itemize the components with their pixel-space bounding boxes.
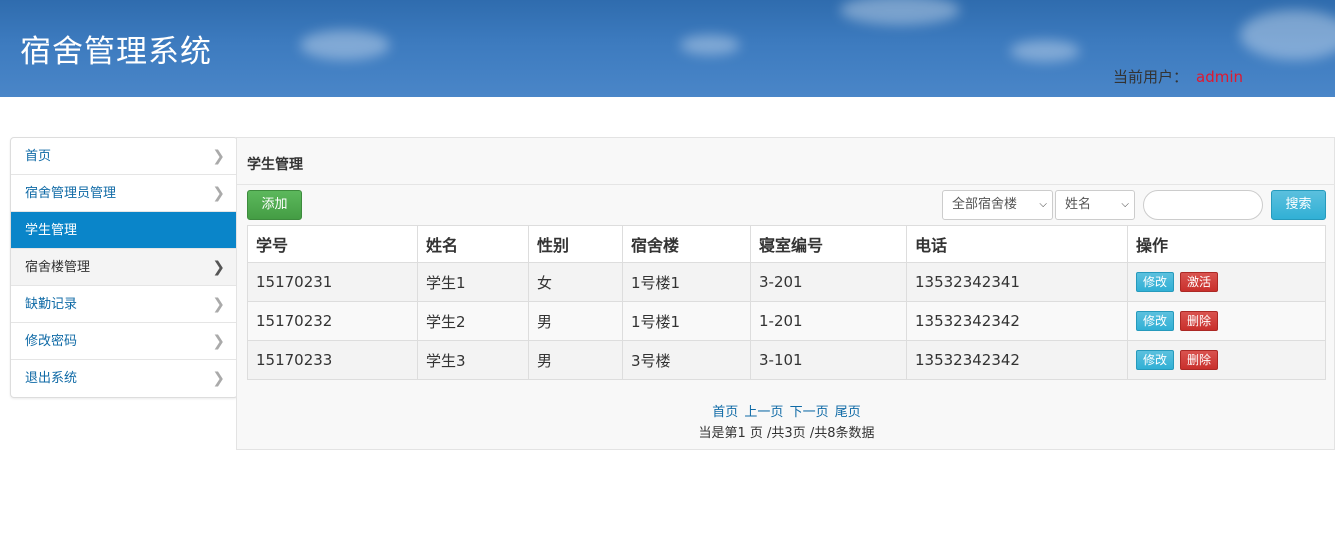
cell-student-id: 15170231	[247, 262, 418, 302]
search-field-select[interactable]: 姓名 ⌵	[1055, 190, 1135, 220]
cell-student-id: 15170232	[247, 301, 418, 341]
current-user: 当前用户： admin	[1113, 66, 1243, 87]
cell-building: 3号楼	[622, 340, 751, 380]
chevron-down-icon: ⌵	[1039, 199, 1047, 210]
pagination-first-link[interactable]: 首页	[712, 405, 738, 420]
current-user-label: 当前用户：	[1113, 68, 1189, 86]
chevron-down-icon: ⌵	[1121, 199, 1129, 210]
sidebar-nav: 首页 ❯ 宿舍管理员管理 ❯ 学生管理 宿舍楼管理 ❯ 缺勤记录 ❯ 修改密码 …	[10, 137, 238, 398]
cloud-decoration	[300, 30, 390, 60]
chevron-right-icon: ❯	[212, 184, 225, 202]
cell-name: 学生3	[417, 340, 529, 380]
sidebar-item-home[interactable]: 首页 ❯	[11, 138, 237, 175]
sidebar-item-buildings[interactable]: 宿舍楼管理 ❯	[11, 249, 237, 286]
chevron-right-icon: ❯	[212, 258, 225, 276]
edit-button[interactable]: 修改	[1136, 311, 1175, 331]
cell-gender: 男	[528, 301, 623, 341]
cell-actions: 修改 删除	[1127, 340, 1326, 380]
cell-student-id: 15170233	[247, 340, 418, 380]
chevron-right-icon: ❯	[212, 147, 225, 165]
search-input[interactable]	[1143, 190, 1263, 220]
table-row: 15170233 学生3 男 3号楼 3-101 13532342342 修改删…	[247, 340, 1326, 380]
cell-building: 1号楼1	[622, 262, 751, 302]
cloud-decoration	[840, 0, 960, 25]
pagination-prev-link[interactable]: 上一页	[744, 405, 783, 420]
cell-room: 1-201	[750, 301, 907, 341]
delete-button[interactable]: 删除	[1180, 350, 1219, 370]
pagination-last-link[interactable]: 尾页	[835, 405, 861, 420]
column-header-room: 寝室编号	[750, 225, 907, 263]
table-header-row: 学号 姓名 性别 宿舍楼 寝室编号 电话 操作	[247, 225, 1326, 263]
cell-phone: 13532342342	[906, 340, 1128, 380]
table-row: 15170231 学生1 女 1号楼1 3-201 13532342341 修改…	[247, 262, 1326, 302]
app-title: 宿舍管理系统	[20, 34, 212, 70]
activate-button[interactable]: 激活	[1180, 272, 1219, 292]
building-select-value: 全部宿舍楼	[952, 197, 1018, 212]
divider	[237, 184, 1335, 185]
sidebar-item-students[interactable]: 学生管理	[11, 212, 237, 249]
sidebar-item-label: 宿舍管理员管理	[25, 186, 117, 201]
edit-button[interactable]: 修改	[1136, 350, 1175, 370]
cloud-decoration	[1010, 40, 1080, 62]
column-header-student-id: 学号	[247, 225, 418, 263]
cell-name: 学生1	[417, 262, 529, 302]
cell-actions: 修改 激活	[1127, 262, 1326, 302]
sidebar-item-label: 首页	[25, 149, 52, 164]
cloud-decoration	[680, 35, 740, 55]
cell-room: 3-101	[750, 340, 907, 380]
search-button[interactable]: 搜索	[1271, 190, 1326, 220]
table-row: 15170232 学生2 男 1号楼1 1-201 13532342342 修改…	[247, 301, 1326, 341]
chevron-right-icon: ❯	[212, 295, 225, 313]
sidebar-item-label: 学生管理	[25, 223, 78, 238]
students-table: 学号 姓名 性别 宿舍楼 寝室编号 电话 操作 15170231 学生1 女 1…	[247, 225, 1326, 380]
sidebar-item-dorm-admin[interactable]: 宿舍管理员管理 ❯	[11, 175, 237, 212]
edit-button[interactable]: 修改	[1136, 272, 1175, 292]
chevron-right-icon: ❯	[212, 332, 225, 350]
pagination-next-link[interactable]: 下一页	[790, 405, 829, 420]
pagination: 首页 上一页 下一页 尾页	[237, 401, 1335, 420]
cell-building: 1号楼1	[622, 301, 751, 341]
cell-gender: 男	[528, 340, 623, 380]
pagination-status: 当是第1 页 /共3页 /共8条数据	[698, 426, 875, 441]
sidebar-item-absence[interactable]: 缺勤记录 ❯	[11, 286, 237, 323]
cell-room: 3-201	[750, 262, 907, 302]
add-button[interactable]: 添加	[247, 190, 302, 220]
cell-phone: 13532342342	[906, 301, 1128, 341]
sidebar-item-label: 缺勤记录	[25, 297, 78, 312]
column-header-name: 姓名	[417, 225, 529, 263]
column-header-gender: 性别	[528, 225, 623, 263]
search-field-select-value: 姓名	[1065, 197, 1092, 212]
sidebar-item-logout[interactable]: 退出系统 ❯	[11, 360, 237, 397]
current-user-name: admin	[1196, 68, 1244, 86]
building-select[interactable]: 全部宿舍楼 ⌵	[942, 190, 1053, 220]
delete-button[interactable]: 删除	[1180, 311, 1219, 331]
sidebar-item-label: 退出系统	[25, 371, 78, 386]
sidebar-item-label: 宿舍楼管理	[25, 260, 91, 275]
cell-name: 学生2	[417, 301, 529, 341]
cell-gender: 女	[528, 262, 623, 302]
column-header-actions: 操作	[1127, 225, 1326, 263]
sidebar-item-password[interactable]: 修改密码 ❯	[11, 323, 237, 360]
cell-actions: 修改 删除	[1127, 301, 1326, 341]
app-header: 宿舍管理系统 当前用户： admin	[0, 0, 1335, 97]
cell-phone: 13532342341	[906, 262, 1128, 302]
chevron-right-icon: ❯	[212, 369, 225, 387]
main-panel: 学生管理 添加 全部宿舍楼 ⌵ 姓名 ⌵ 搜索 学号 姓名 性别 宿舍楼 寝室编…	[236, 137, 1335, 450]
cloud-decoration	[1240, 10, 1335, 60]
page-title: 学生管理	[247, 157, 303, 173]
column-header-building: 宿舍楼	[622, 225, 751, 263]
sidebar-item-label: 修改密码	[25, 334, 78, 349]
column-header-phone: 电话	[906, 225, 1128, 263]
